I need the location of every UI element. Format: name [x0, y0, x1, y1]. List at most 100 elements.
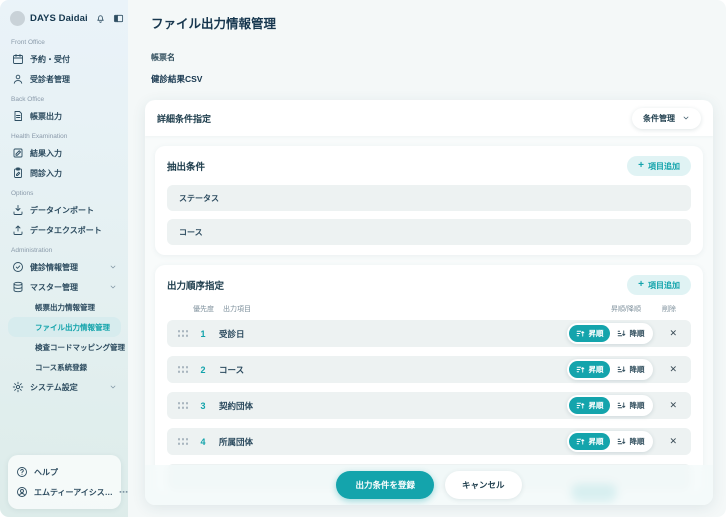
delete-row-button[interactable]: ✕ [669, 329, 677, 338]
sort-toggle: 昇順 降順 [567, 323, 654, 344]
sidebar-item-checkup-info[interactable]: 健診情報管理 [8, 257, 121, 277]
sidebar: DAYS Daidai Front Office 予約・受付 受診者管理 Bac… [0, 0, 128, 517]
sidebar-item-master-mgmt[interactable]: マスター管理 [8, 277, 121, 297]
add-item-label: 項目追加 [648, 280, 680, 290]
output-order-card: 出力順序指定 + 項目追加 優先度 出力項目 昇順/降順 削除 1 受診日 昇順… [155, 265, 703, 495]
sort-asc-label: 昇順 [588, 437, 604, 446]
output-item-label: 受診日 [219, 328, 245, 339]
sort-asc-button[interactable]: 昇順 [569, 397, 611, 414]
chevron-down-icon [110, 285, 116, 289]
output-item-label: コース [219, 364, 245, 375]
sort-desc-icon [618, 366, 626, 373]
sidebar-item-report-output[interactable]: 帳票出力 [8, 106, 121, 126]
sort-desc-label: 降順 [629, 437, 645, 446]
sidebar-item-label: システム設定 [30, 382, 78, 392]
extract-add-item-button[interactable]: + 項目追加 [627, 156, 691, 176]
gear-icon [12, 381, 24, 393]
order-add-item-button[interactable]: + 項目追加 [627, 275, 691, 295]
drag-handle-icon[interactable] [177, 329, 188, 338]
panel-title: 詳細条件指定 [157, 113, 212, 124]
person-icon [13, 74, 23, 84]
sort-desc-button[interactable]: 降順 [610, 433, 651, 450]
sidebar-item-label: 結果入力 [30, 148, 62, 158]
sidebar-item-data-export[interactable]: データエクスポート [8, 220, 121, 240]
bell-icon[interactable] [95, 13, 106, 24]
column-delete: 削除 [662, 306, 676, 313]
help-icon [17, 467, 27, 477]
brand-row: DAYS Daidai [10, 11, 123, 26]
sidebar-item-patients[interactable]: 受診者管理 [8, 69, 121, 89]
sidebar-collapse-icon[interactable] [113, 13, 124, 24]
priority-value: 2 [200, 364, 206, 375]
sort-asc-icon [577, 366, 585, 373]
extract-conditions-title: 抽出条件 [167, 162, 206, 173]
brand-name: DAYS Daidai [30, 13, 88, 24]
condition-panel-header: 詳細条件指定 条件管理 [145, 100, 713, 136]
sort-asc-icon [577, 402, 585, 409]
database-icon [13, 281, 23, 293]
section-label-front-office: Front Office [11, 39, 45, 46]
account-item[interactable]: エムティーアイシス… ⋯ [14, 482, 128, 502]
sidebar-subitem-file-output-info[interactable]: ファイル出力情報管理 [8, 317, 121, 337]
account-menu-icon[interactable]: ⋯ [119, 487, 128, 498]
help-item[interactable]: ヘルプ [14, 462, 115, 482]
sidebar-item-label: データインポート [30, 205, 94, 215]
sort-desc-icon [618, 438, 626, 445]
delete-row-button[interactable]: ✕ [669, 365, 677, 374]
column-priority: 優先度 [193, 306, 214, 313]
drag-handle-icon[interactable] [177, 437, 188, 446]
extract-row-label: ステータス [179, 193, 219, 203]
output-item-label: 契約団体 [219, 400, 254, 411]
condition-manage-dropdown[interactable]: 条件管理 [632, 107, 701, 129]
sidebar-item-interview-entry[interactable]: 問診入力 [8, 163, 121, 183]
report-name-value: 健診結果CSV [151, 74, 203, 84]
app-window: DAYS Daidai Front Office 予約・受付 受診者管理 Bac… [0, 0, 726, 517]
sidebar-item-label: 受診者管理 [30, 74, 70, 84]
drag-handle-icon[interactable] [177, 401, 188, 410]
sort-asc-button[interactable]: 昇順 [569, 361, 611, 378]
section-label-health-examination: Health Examination [11, 133, 68, 140]
extract-row-status[interactable]: ステータス [167, 185, 691, 211]
sort-desc-button[interactable]: 降順 [610, 361, 651, 378]
avatar[interactable] [10, 11, 25, 26]
sidebar-subitem-code-mapping[interactable]: 検査コードマッピング管理 [8, 337, 125, 357]
plus-icon: + [638, 160, 644, 171]
sort-toggle: 昇順 降順 [567, 431, 654, 452]
register-output-conditions-button[interactable]: 出力条件を登録 [336, 471, 434, 499]
extract-conditions-card: 抽出条件 + 項目追加 ステータス コース [155, 146, 703, 255]
edit-icon [13, 148, 23, 158]
sort-desc-button[interactable]: 降順 [610, 325, 651, 342]
extract-row-course[interactable]: コース [167, 219, 691, 245]
section-label-administration: Administration [11, 247, 53, 254]
sidebar-subitem-report-output-info[interactable]: 帳票出力情報管理 [8, 297, 121, 317]
output-order-title: 出力順序指定 [167, 281, 225, 292]
help-label: ヘルプ [34, 467, 58, 477]
export-icon [13, 225, 23, 235]
priority-value: 1 [200, 328, 206, 339]
sidebar-item-label: マスター管理 [30, 282, 78, 292]
delete-row-button[interactable]: ✕ [669, 437, 677, 446]
sort-asc-icon [577, 438, 585, 445]
sort-asc-button[interactable]: 昇順 [569, 433, 611, 450]
sidebar-item-system-settings[interactable]: システム設定 [8, 377, 121, 397]
sidebar-item-result-entry[interactable]: 結果入力 [8, 143, 121, 163]
plus-icon: + [638, 279, 644, 290]
condition-panel: 詳細条件指定 条件管理 抽出条件 + 項目追加 ステータス コース 出力順序指定… [145, 100, 713, 505]
cancel-button[interactable]: キャンセル [445, 471, 522, 499]
sidebar-item-data-import[interactable]: データインポート [8, 200, 121, 220]
drag-handle-icon[interactable] [177, 365, 188, 374]
sidebar-item-reservation[interactable]: 予約・受付 [8, 49, 121, 69]
chevron-down-icon [683, 116, 689, 120]
report-name-label: 帳票名 [151, 53, 175, 62]
sidebar-subitem-course-registration[interactable]: コース系統登録 [8, 357, 121, 377]
table-row: 2 コース 昇順 降順 ✕ [167, 356, 691, 383]
sort-asc-button[interactable]: 昇順 [569, 325, 611, 342]
sort-desc-button[interactable]: 降順 [610, 397, 651, 414]
priority-value: 3 [200, 400, 206, 411]
panel-footer: 出力条件を登録 キャンセル [145, 465, 713, 505]
sort-toggle: 昇順 降順 [567, 359, 654, 380]
delete-row-button[interactable]: ✕ [669, 401, 677, 410]
sidebar-item-label: 予約・受付 [30, 54, 70, 64]
extract-row-label: コース [179, 227, 203, 237]
sort-desc-icon [618, 330, 626, 337]
